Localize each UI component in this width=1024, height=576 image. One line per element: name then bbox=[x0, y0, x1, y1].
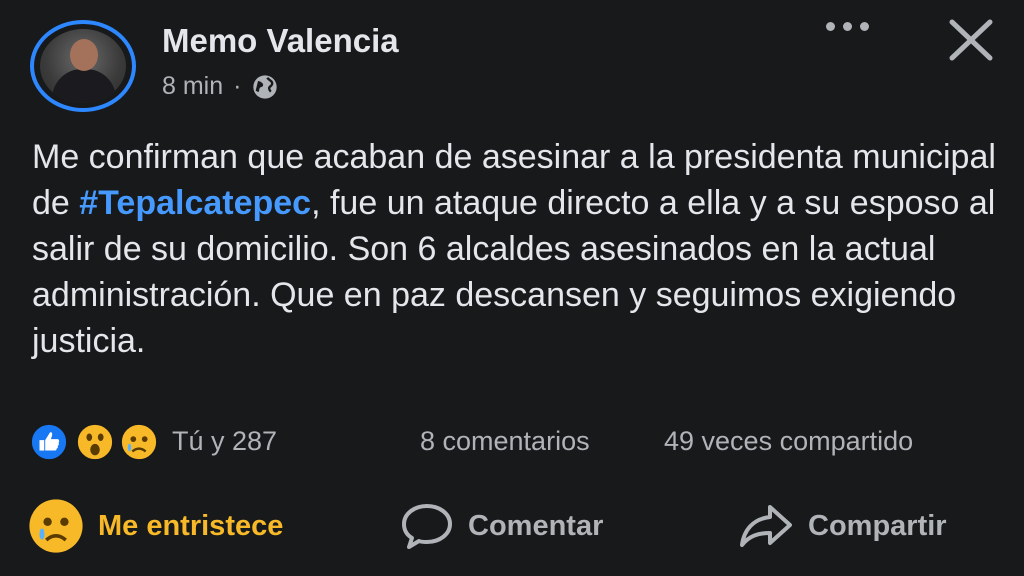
like-icon bbox=[30, 423, 68, 461]
wow-icon bbox=[76, 423, 114, 461]
post-text: Me confirman que acaban de asesinar a la… bbox=[32, 134, 1002, 364]
avatar-image bbox=[40, 29, 126, 103]
comment-button[interactable]: Comentar bbox=[400, 498, 603, 554]
post-time[interactable]: 8 min bbox=[162, 72, 223, 101]
author-avatar[interactable] bbox=[30, 20, 136, 112]
globe-icon[interactable] bbox=[251, 73, 279, 101]
sad-reaction-icon bbox=[29, 499, 83, 553]
more-dot-icon bbox=[843, 22, 852, 31]
post-meta: 8 min · bbox=[162, 72, 279, 101]
hashtag-link[interactable]: #Tepalcatepec bbox=[79, 184, 311, 222]
share-button-label: Compartir bbox=[808, 509, 947, 542]
more-dot-icon bbox=[826, 22, 835, 31]
reaction-button[interactable]: Me entristece bbox=[28, 498, 283, 554]
reactions-count[interactable]: Tú y 287 bbox=[172, 426, 277, 457]
more-options-button[interactable] bbox=[826, 22, 869, 31]
comments-count[interactable]: 8 comentarios bbox=[420, 426, 590, 457]
close-icon[interactable] bbox=[946, 18, 996, 62]
more-dot-icon bbox=[860, 22, 869, 31]
share-icon bbox=[740, 505, 792, 547]
shares-count[interactable]: 49 veces compartido bbox=[664, 426, 913, 457]
reactions-summary: Tú y 287 8 comentarios 49 veces comparti… bbox=[30, 420, 1000, 464]
share-button[interactable]: Compartir bbox=[738, 498, 947, 554]
reaction-icons[interactable] bbox=[30, 422, 170, 462]
sad-icon bbox=[120, 423, 158, 461]
reaction-button-label: Me entristece bbox=[98, 509, 284, 542]
meta-separator: · bbox=[233, 72, 242, 100]
author-name[interactable]: Memo Valencia bbox=[162, 22, 399, 60]
comment-icon bbox=[402, 504, 452, 549]
comment-button-label: Comentar bbox=[468, 509, 604, 542]
